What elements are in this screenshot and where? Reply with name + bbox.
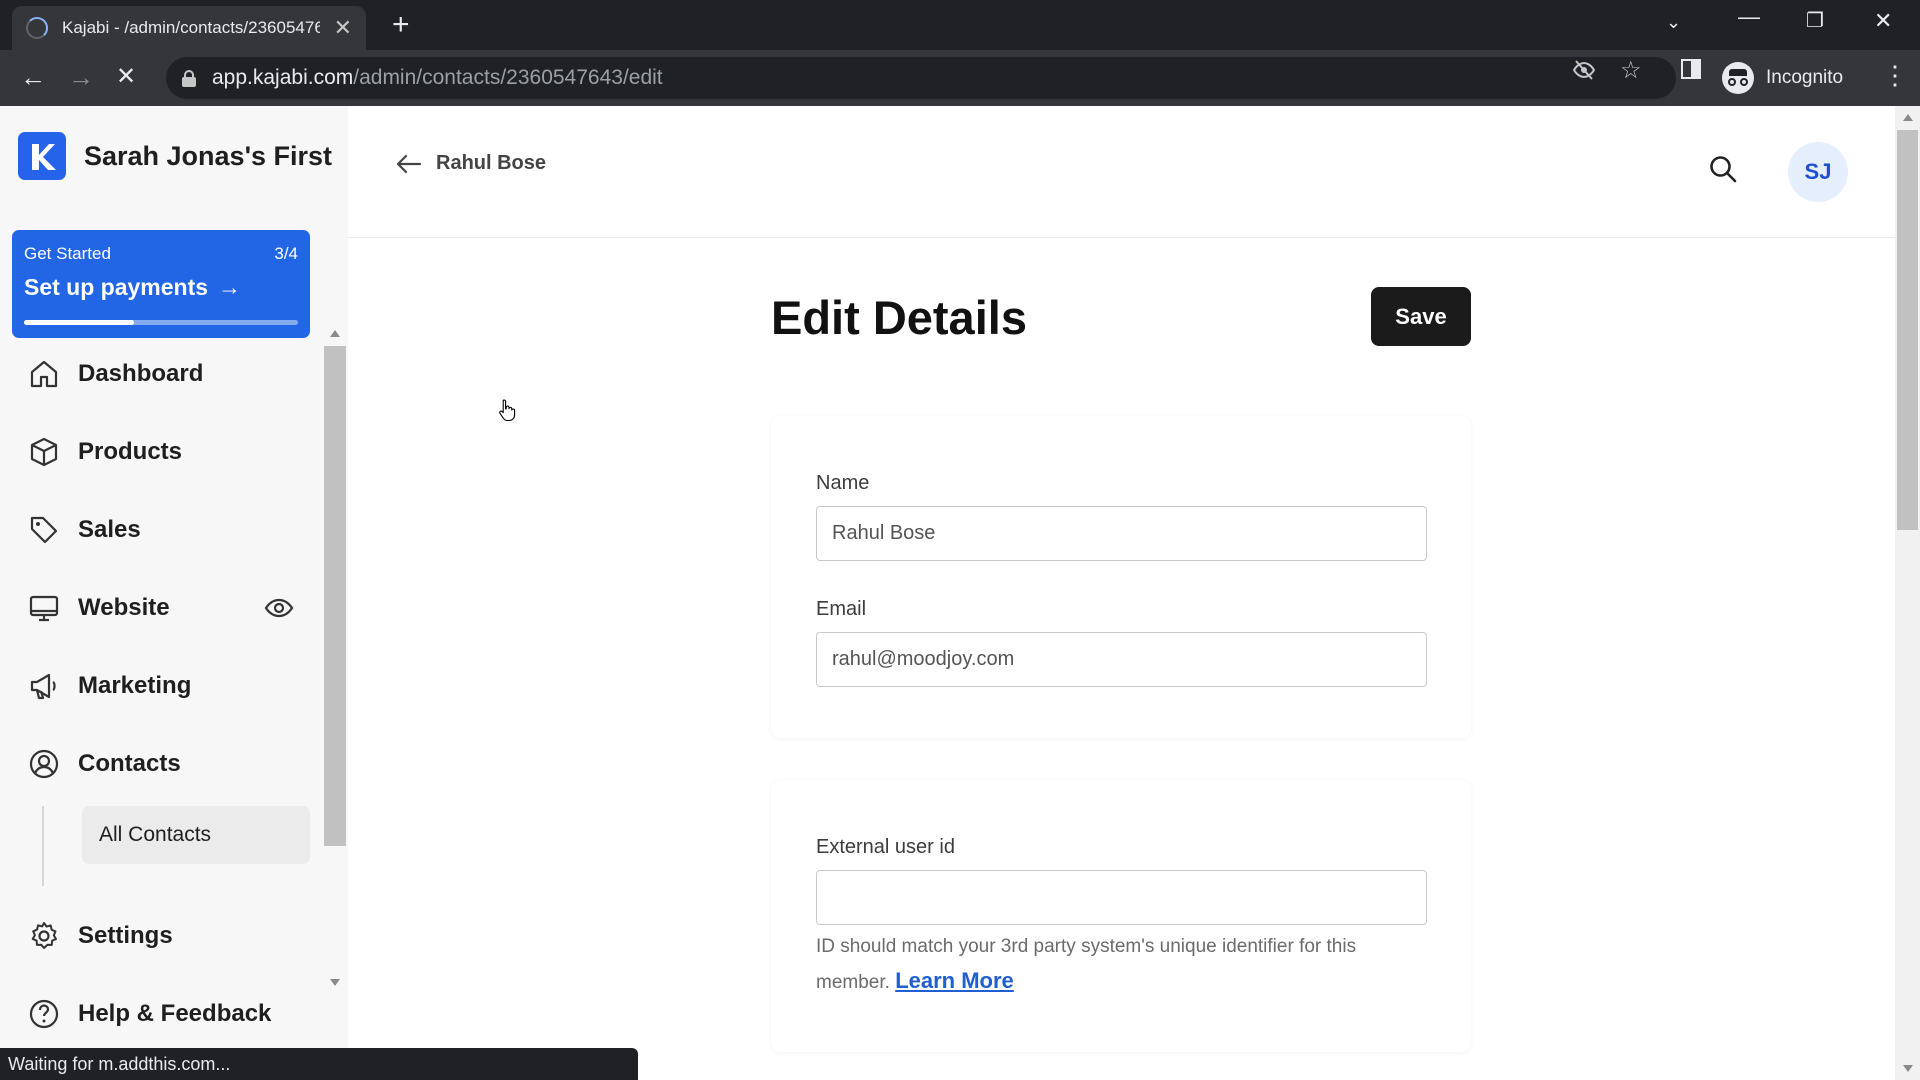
scroll-up-icon[interactable] [1903,114,1913,121]
box-icon [30,437,58,467]
progress-fill [24,320,134,325]
arrow-left-icon [396,154,422,173]
url-path: /admin/contacts/2360547643/edit [353,66,663,89]
page-title: Edit Details [771,291,1027,344]
tab-close-icon[interactable]: ✕ [334,17,352,39]
back-nav-icon[interactable]: ← [20,60,46,94]
sidebar-item-label: Website [78,594,170,621]
name-label: Name [816,472,870,494]
browser-tab[interactable]: Kajabi - /admin/contacts/2360547643/edit… [12,6,366,50]
sidebar-item-settings[interactable]: Settings [28,916,298,956]
scroll-up-icon[interactable] [330,330,340,337]
loading-spinner-icon [26,17,48,39]
save-button[interactable]: Save [1371,287,1471,346]
brand[interactable]: Sarah Jonas's First [18,132,332,180]
monitor-icon [29,595,59,622]
arrow-right-icon: → [218,274,242,300]
sidebar-item-marketing[interactable]: Marketing [28,666,298,706]
sidebar-item-label: Dashboard [78,360,204,387]
sidebar-item-dashboard[interactable]: Dashboard [28,354,298,394]
sidebar-item-products[interactable]: Products [28,432,298,472]
page-header: Rahul Bose SJ [348,106,1895,238]
user-circle-icon [29,749,59,779]
search-icon[interactable] [1708,154,1738,184]
get-started-label: Get Started [24,244,111,263]
set-up-payments-link[interactable]: Set up payments [24,274,208,300]
stop-loading-icon[interactable]: ✕ [116,60,136,94]
page-scroll-thumb[interactable] [1897,130,1918,530]
email-label: Email [816,598,867,620]
promo-title-row[interactable]: Set up payments → [24,274,241,301]
browser-toolbar: ← → ✕ app.kajabi.com/admin/contacts/2360… [0,50,1920,106]
browser-menu-icon[interactable]: ⋮ [1882,60,1908,91]
name-input[interactable] [816,506,1427,561]
scroll-down-icon[interactable] [1903,1065,1913,1072]
lock-icon [182,69,196,87]
browser-status-bar: Waiting for m.addthis.com... [0,1048,638,1080]
external-id-help-text: ID should match your 3rd party system's … [816,930,1427,1000]
external-user-id-input[interactable] [816,870,1427,925]
address-bar[interactable]: app.kajabi.com/admin/contacts/2360547643… [166,57,1676,99]
progress-track [24,320,298,325]
tag-icon [30,516,58,544]
sidebar-item-website[interactable]: Website [28,588,298,628]
tab-search-icon[interactable]: ⌄ [1666,12,1681,33]
gear-icon [31,922,57,949]
details-card: Name Email [771,416,1471,738]
sidebar-scrollbar[interactable] [324,326,346,990]
sidebar-scroll-thumb[interactable] [324,346,346,846]
sidebar-subitem-all-contacts[interactable]: All Contacts [82,806,310,864]
email-input[interactable] [816,632,1427,687]
url-host: app.kajabi.com [212,66,354,89]
back-link[interactable]: Rahul Bose [396,152,546,175]
sidebar-item-help-feedback[interactable]: Help & Feedback [28,994,298,1034]
sidebar-item-label: Marketing [78,672,192,699]
incognito-badge[interactable]: Incognito [1722,57,1843,99]
tracking-blocked-eye-icon[interactable] [1572,58,1596,88]
incognito-label: Incognito [1766,67,1844,88]
kajabi-logo-icon [18,132,66,180]
preview-eye-icon[interactable] [264,596,294,620]
forward-nav-icon[interactable]: → [68,60,94,94]
browser-tab-bar: Kajabi - /admin/contacts/2360547643/edit… [0,0,1920,50]
sidebar-item-contacts[interactable]: Contacts [28,744,298,784]
sidebar-item-label: Products [78,438,183,465]
subnav-divider [42,806,44,886]
megaphone-icon [30,673,56,700]
sidebar-item-sales[interactable]: Sales [28,510,298,550]
brand-name: Sarah Jonas's First [84,140,333,171]
sidebar: Sarah Jonas's First Get Started 3/4 Set … [0,106,348,1080]
sidebar-item-label: Sales [78,516,141,543]
window-close-icon[interactable]: ✕ [1874,8,1892,34]
bookmark-star-icon[interactable]: ☆ [1620,56,1642,85]
tab-title: Kajabi - /admin/contacts/2360547643/edit [62,18,320,37]
incognito-icon [1722,62,1754,94]
restore-icon[interactable]: ❐ [1806,8,1824,33]
external-id-card: External user id ID should match your 3r… [771,780,1471,1052]
side-panel-icon[interactable] [1680,58,1702,86]
get-started-count: 3/4 [274,244,298,263]
scroll-down-icon[interactable] [330,979,340,986]
hand-cursor-icon [499,399,516,422]
sidebar-item-label: Settings [78,922,173,949]
avatar[interactable]: SJ [1788,142,1848,202]
learn-more-link[interactable]: Learn More [895,968,1014,993]
sidebar-item-label: Contacts [78,750,181,777]
sidebar-item-label: Help & Feedback [78,1000,272,1027]
help-icon [29,999,59,1029]
get-started-card[interactable]: Get Started 3/4 Set up payments → [12,230,310,338]
back-link-label: Rahul Bose [436,152,547,174]
page-scrollbar[interactable] [1895,106,1920,1080]
new-tab-button[interactable]: + [392,10,410,40]
minimize-icon[interactable]: — [1738,4,1760,30]
external-user-id-label: External user id [816,836,955,858]
home-icon [30,360,58,388]
